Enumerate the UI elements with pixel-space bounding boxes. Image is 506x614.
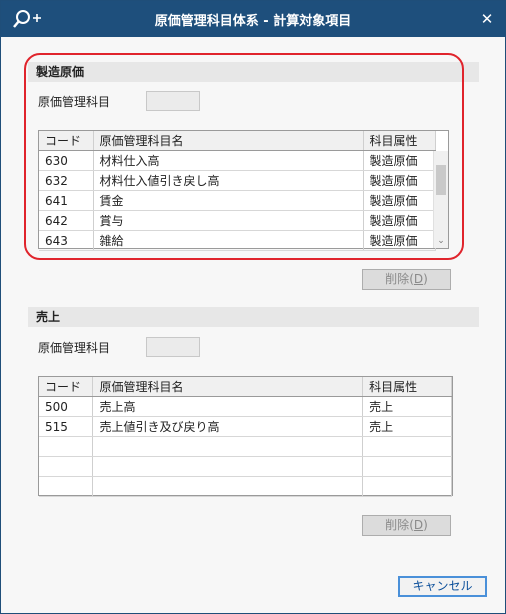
cost-account-field-manufacturing[interactable] [146, 91, 200, 111]
vertical-scrollbar[interactable]: ⌄ [433, 151, 448, 248]
table-row[interactable] [39, 456, 452, 477]
table-row[interactable]: 643 雑給 製造原価 [39, 230, 436, 251]
cell-name: 売上高 [92, 396, 364, 417]
table-header-row: コード 原価管理科目名 科目属性 [39, 377, 452, 397]
delete-label: 削除 [385, 518, 410, 532]
sales-table: コード 原価管理科目名 科目属性 500 売上高 売上 515 売上値引き及び戻… [39, 377, 452, 497]
manufacturing-table: コード 原価管理科目名 科目属性 630 材料仕入高 製造原価 632 材料仕入… [39, 131, 436, 251]
cell-name [92, 476, 364, 497]
scroll-thumb[interactable] [436, 165, 446, 195]
table-row[interactable] [39, 436, 452, 457]
cell-attribute: 製造原価 [363, 230, 436, 251]
delete-shortcut-key: D [413, 518, 424, 532]
column-header-name[interactable]: 原価管理科目名 [93, 131, 364, 151]
delete-label: 削除 [385, 272, 410, 286]
cell-code: 515 [39, 416, 94, 437]
cell-name: 材料仕入値引き戻し高 [93, 170, 364, 191]
cell-name: 雑給 [93, 230, 364, 251]
cell-name: 賞与 [93, 210, 364, 231]
cell-attribute: 売上 [362, 416, 452, 437]
column-header-code[interactable]: コード [39, 377, 94, 397]
cell-name: 材料仕入高 [93, 150, 364, 171]
cell-attribute: 製造原価 [363, 150, 436, 171]
table-row[interactable]: 632 材料仕入値引き戻し高 製造原価 [39, 170, 436, 191]
field-label-manufacturing: 原価管理科目 [38, 95, 111, 109]
sales-grid[interactable]: コード 原価管理科目名 科目属性 500 売上高 売上 515 売上値引き及び戻… [38, 376, 453, 497]
section-header-sales: 売上 [28, 307, 479, 327]
delete-shortcut-key: D [413, 272, 424, 286]
chevron-down-icon[interactable]: ⌄ [434, 236, 448, 246]
cell-name: 売上値引き及び戻り高 [92, 416, 364, 437]
delete-button-manufacturing[interactable]: 削除(D) [362, 269, 451, 290]
cell-code: 642 [39, 210, 94, 231]
cell-name [92, 456, 364, 477]
section-header-manufacturing: 製造原価 [28, 62, 479, 82]
cell-code: 643 [39, 230, 94, 251]
column-header-attribute[interactable]: 科目属性 [363, 131, 436, 151]
cell-code: 500 [39, 396, 94, 417]
table-row[interactable]: 641 賃金 製造原価 [39, 190, 436, 211]
cell-attribute [362, 476, 452, 497]
title-bar: 原価管理科目体系 - 計算対象項目 ✕ [1, 1, 505, 37]
cell-attribute [362, 456, 452, 477]
column-header-code[interactable]: コード [39, 131, 94, 151]
cell-code [39, 476, 94, 497]
cancel-button[interactable]: キャンセル [398, 576, 487, 597]
cost-account-field-sales[interactable] [146, 337, 200, 357]
cell-code [39, 436, 94, 457]
cell-attribute: 製造原価 [363, 190, 436, 211]
column-header-name[interactable]: 原価管理科目名 [92, 377, 364, 397]
cell-attribute: 製造原価 [363, 170, 436, 191]
table-row[interactable]: 630 材料仕入高 製造原価 [39, 150, 436, 171]
cell-code: 632 [39, 170, 94, 191]
cell-code: 641 [39, 190, 94, 211]
window-title: 原価管理科目体系 - 計算対象項目 [154, 14, 352, 29]
column-header-attribute[interactable]: 科目属性 [362, 377, 452, 397]
cell-code [39, 456, 94, 477]
manufacturing-grid[interactable]: コード 原価管理科目名 科目属性 630 材料仕入高 製造原価 632 材料仕入… [38, 130, 449, 251]
table-row[interactable] [39, 476, 452, 497]
close-button[interactable]: ✕ [475, 7, 499, 31]
field-label-sales: 原価管理科目 [38, 341, 111, 355]
table-row[interactable]: 500 売上高 売上 [39, 396, 452, 417]
cell-attribute [362, 436, 452, 457]
dialog-window: 原価管理科目体系 - 計算対象項目 ✕ 製造原価 原価管理科目 コード 原価管理… [0, 0, 506, 614]
close-icon: ✕ [480, 10, 494, 28]
delete-button-sales[interactable]: 削除(D) [362, 515, 451, 536]
table-header-row: コード 原価管理科目名 科目属性 [39, 131, 436, 151]
table-row[interactable]: 642 賞与 製造原価 [39, 210, 436, 231]
cell-code: 630 [39, 150, 94, 171]
cell-name [92, 436, 364, 457]
cell-attribute: 製造原価 [363, 210, 436, 231]
cell-attribute: 売上 [362, 396, 452, 417]
cell-name: 賃金 [93, 190, 364, 211]
table-row[interactable]: 515 売上値引き及び戻り高 売上 [39, 416, 452, 437]
